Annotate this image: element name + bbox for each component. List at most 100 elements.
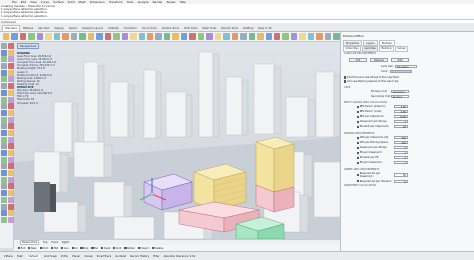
subtab-urban-plan[interactable]: Urban Plan [343, 46, 362, 52]
color-swatch[interactable] [390, 70, 413, 74]
tab-viewport-layout[interactable]: Viewport Layout [80, 26, 105, 31]
toolbar-tool-icon[interactable] [206, 33, 213, 40]
toolbar-tool-icon[interactable] [231, 33, 239, 40]
tool-icon[interactable] [1, 76, 7, 83]
tool-icon[interactable] [7, 183, 14, 190]
toolbar-tool-icon[interactable] [257, 33, 264, 40]
tool-icon[interactable] [7, 109, 14, 116]
tool-icon[interactable] [1, 63, 7, 70]
tool-icon[interactable] [1, 190, 7, 197]
viewport-tab-right[interactable]: Right [62, 241, 69, 244]
toolbar-tool-icon[interactable] [45, 33, 52, 40]
param-value-field[interactable]: 600 [393, 140, 408, 145]
status-filter[interactable]: Filter [153, 255, 159, 258]
perspective-viewport[interactable]: Perspective BUILDING Level Floor Area: 28… [14, 42, 340, 239]
tool-icon[interactable] [1, 136, 7, 143]
remove-button[interactable]: Remove [370, 58, 388, 62]
toolbar-tool-icon[interactable] [180, 33, 188, 40]
tab-render-tools[interactable]: Render Tools [219, 26, 239, 31]
param-value-field[interactable]: 0.85 [393, 109, 408, 114]
toolbar-tool-icon[interactable] [274, 33, 281, 40]
tool-icon[interactable] [7, 56, 14, 63]
osnap-disable[interactable]: Disable [151, 247, 163, 250]
tool-icon[interactable] [1, 69, 7, 76]
tool-icon[interactable] [7, 163, 14, 170]
toolbar-tool-icon[interactable] [3, 33, 10, 40]
tab-solid-tools[interactable]: Solid Tools [182, 26, 200, 31]
param-value-field[interactable]: 0 [393, 179, 408, 184]
toolbar-tool-icon[interactable] [87, 33, 95, 40]
toolbar-tool-icon[interactable] [248, 33, 256, 40]
toolbar-tool-icon[interactable] [11, 33, 18, 40]
tool-icon[interactable] [7, 170, 14, 177]
toolbar-tool-icon[interactable] [19, 33, 27, 40]
tool-icon[interactable] [7, 103, 14, 110]
tool-icon[interactable] [1, 196, 7, 203]
tool-icon[interactable] [7, 83, 14, 90]
tab-mesh-tools[interactable]: Mesh Tools [200, 26, 218, 31]
toolbar-tool-icon[interactable] [240, 33, 247, 40]
toolbar-tool-icon[interactable] [214, 33, 222, 40]
toolbar-tool-icon[interactable] [290, 33, 298, 40]
tool-icon[interactable] [7, 123, 14, 130]
viewport-tab-top[interactable]: Top [43, 241, 47, 244]
status-osnap[interactable]: Osnap [84, 255, 92, 258]
tool-icon[interactable] [1, 123, 7, 130]
status-planar[interactable]: Planar [72, 255, 80, 258]
tool-icon[interactable] [1, 83, 7, 90]
toolbar-tool-icon[interactable] [36, 33, 44, 40]
param-value-field[interactable]: 3 [393, 145, 408, 150]
edit-button[interactable]: Edit [391, 58, 409, 62]
primary-unit-field[interactable]: Classroom [391, 90, 409, 94]
tool-icon[interactable] [1, 203, 7, 210]
subtab-survey[interactable]: Survey [394, 46, 409, 52]
param-value-field[interactable]: 50 [393, 173, 408, 177]
checkbox-row-2[interactable]: Add new Parking Spaces to this Land Use [344, 80, 398, 83]
osnap-near[interactable]: Near [28, 247, 37, 250]
tool-icon[interactable] [1, 156, 7, 163]
tab-display[interactable]: Display [52, 26, 66, 31]
param-value-field[interactable]: 2 [393, 155, 408, 160]
tool-icon[interactable] [7, 190, 14, 197]
toolbar-tool-icon[interactable] [316, 33, 323, 40]
tool-icon[interactable] [1, 216, 7, 223]
tool-icon[interactable] [7, 69, 14, 76]
toolbar-tool-icon[interactable] [197, 33, 205, 40]
param-value-field[interactable]: 1 [393, 150, 408, 155]
toolbar-tool-icon[interactable] [333, 33, 340, 40]
param-value-field[interactable]: 7 [393, 119, 408, 124]
tool-icon[interactable] [1, 109, 7, 116]
tab-set-view[interactable]: Set View [36, 26, 51, 31]
toolbar-tool-icon[interactable] [265, 33, 272, 40]
tool-icon[interactable] [1, 116, 7, 123]
tool-icon[interactable] [7, 129, 14, 136]
param-value-field[interactable]: 1000 [393, 114, 408, 119]
osnap-mid[interactable]: Mid [51, 247, 58, 250]
tool-icon[interactable] [7, 43, 14, 49]
subtab-building[interactable]: Building [379, 46, 394, 52]
tab-drafting[interactable]: Drafting [241, 26, 256, 31]
tool-icon[interactable] [1, 129, 7, 136]
osnap-perp[interactable]: Perp [80, 247, 88, 250]
osnap-tan[interactable]: Tan [91, 247, 98, 250]
status-record-history[interactable]: Record History [130, 255, 149, 258]
tool-icon[interactable] [7, 216, 14, 223]
toolbar-tool-icon[interactable] [53, 33, 61, 40]
tool-icon[interactable] [7, 203, 14, 210]
param-value-field[interactable]: 1 [393, 160, 408, 165]
toolbar-tool-icon[interactable] [104, 33, 112, 40]
toolbar-tool-icon[interactable] [324, 33, 332, 40]
toolbar-tool-icon[interactable] [223, 33, 230, 40]
toolbar-tool-icon[interactable] [113, 33, 120, 40]
tool-icon[interactable] [7, 143, 14, 150]
toolbar-tool-icon[interactable] [96, 33, 103, 40]
tab-standard[interactable]: Standard [2, 25, 20, 31]
tool-icon[interactable] [7, 156, 14, 163]
status-smarttrack[interactable]: SmartTrack [97, 255, 112, 258]
tool-icon[interactable] [7, 136, 14, 143]
tab-cplanes[interactable]: CPlanes [21, 26, 35, 31]
tool-icon[interactable] [1, 43, 7, 49]
param-value-field[interactable]: 25 [393, 124, 408, 129]
tool-icon[interactable] [1, 176, 7, 183]
param-value-field[interactable]: 0.85 [393, 105, 408, 109]
